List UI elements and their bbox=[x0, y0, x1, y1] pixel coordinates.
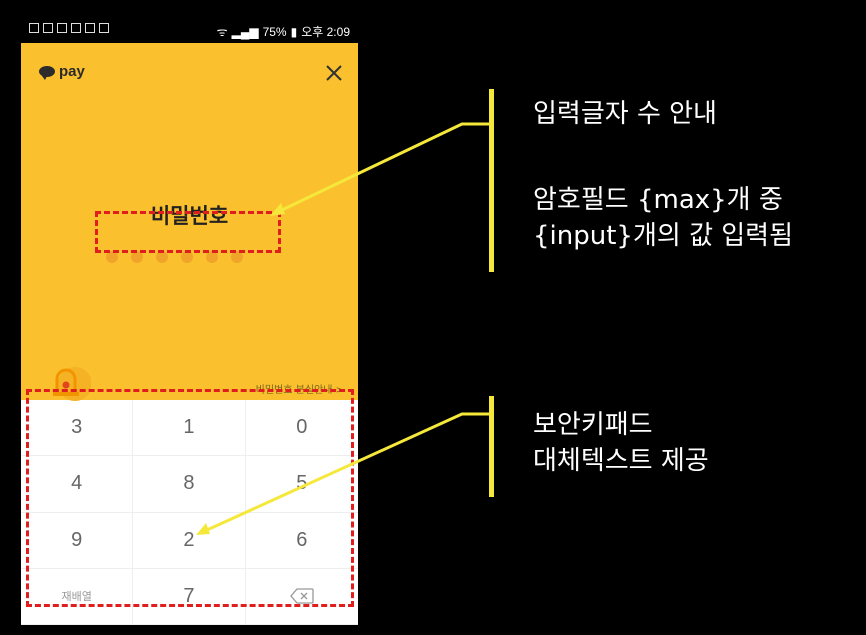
bracket-line bbox=[489, 396, 494, 497]
note-line: 입력글자 수 안내 bbox=[533, 99, 717, 129]
note-line: 암호필드 {max}개 중 bbox=[533, 185, 783, 215]
bracket-line bbox=[489, 89, 494, 272]
note-secure-keypad: 보안키패드 대체텍스트 제공 bbox=[533, 407, 709, 479]
note-line: {input}개의 값 입력됨 bbox=[533, 221, 794, 251]
arrow-head-keypad bbox=[196, 523, 210, 535]
arrow-head-dots bbox=[270, 203, 285, 216]
annotation-arrows bbox=[196, 122, 489, 535]
note-password-field: 암호필드 {max}개 중 {input}개의 값 입력됨 bbox=[533, 182, 793, 254]
arrow-to-dots bbox=[281, 122, 489, 212]
note-line: 보안키패드 bbox=[533, 410, 653, 440]
note-line: 대체텍스트 제공 bbox=[533, 446, 709, 476]
note-input-count: 입력글자 수 안내 bbox=[533, 96, 717, 132]
arrow-to-keypad bbox=[206, 412, 489, 532]
